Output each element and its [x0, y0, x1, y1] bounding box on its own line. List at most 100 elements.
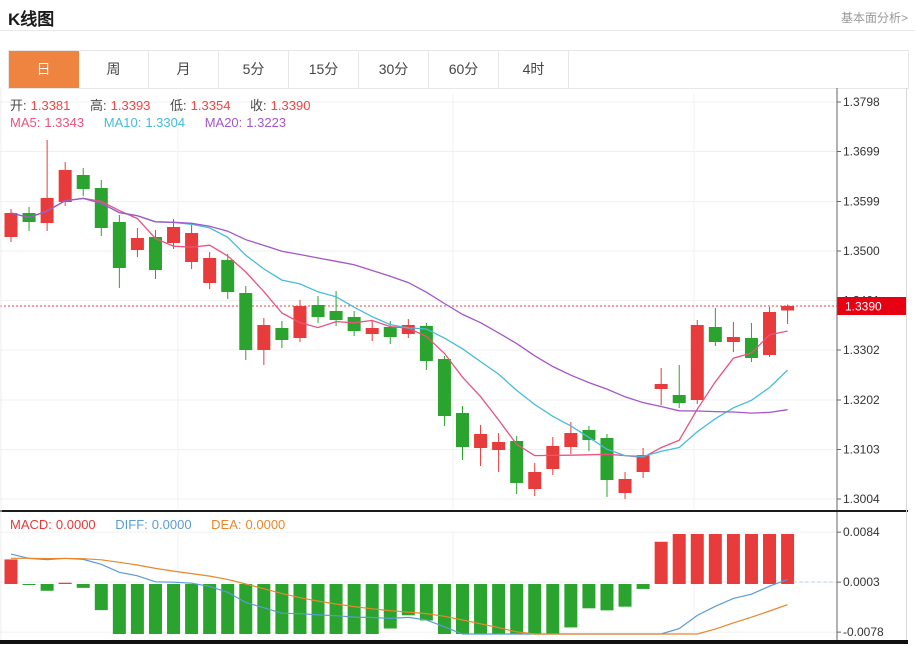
candle-body [257, 325, 270, 350]
macd-bar [474, 584, 487, 634]
ma5-label: MA5: [10, 115, 40, 130]
candle-body [221, 260, 234, 292]
tab-week[interactable]: 周 [79, 51, 149, 88]
ma10-label: MA10: [104, 115, 142, 130]
axis-label: 1.3103 [843, 443, 880, 457]
macd-bar [221, 584, 234, 634]
axis-label: 1.3798 [843, 95, 880, 109]
candle-body [781, 306, 794, 311]
candle-body [474, 434, 487, 448]
tab-5min[interactable]: 5分 [219, 51, 289, 88]
diff-label: DIFF: [115, 517, 148, 532]
last-price-badge-value: 1.3390 [845, 300, 882, 314]
fundamental-analysis-link[interactable]: 基本面分析> [841, 9, 908, 26]
macd-bar [275, 584, 288, 634]
macd-bar [546, 584, 559, 634]
macd-bar [113, 584, 126, 634]
open-value: 1.3381 [31, 98, 71, 113]
tab-4hour[interactable]: 4时 [499, 51, 569, 88]
candle-body [492, 442, 505, 450]
macd-bar [167, 584, 180, 634]
widget-bottom-border [0, 640, 908, 644]
ma20-value: 1.3223 [246, 115, 286, 130]
macd-bar [185, 584, 198, 634]
macd-bar [528, 584, 541, 634]
macd-bar [691, 534, 704, 584]
macd-legend: MACD:0.0000 DIFF:0.0000 DEA:0.0000 [10, 517, 289, 532]
axis-label: 1.3699 [843, 145, 880, 159]
macd-bar [582, 584, 595, 608]
page-title: K线图 [8, 5, 54, 30]
macd-bar [655, 542, 668, 584]
open-label: 开: [10, 98, 27, 113]
tab-15min[interactable]: 15分 [289, 51, 359, 88]
tab-day[interactable]: 日 [9, 51, 79, 88]
candle-body [600, 438, 613, 480]
macd-bar [348, 584, 361, 634]
ma20-line [11, 198, 788, 413]
ma5-line [11, 198, 788, 457]
macd-bar [673, 534, 686, 584]
macd-bar [420, 584, 433, 620]
macd-bar [709, 534, 722, 584]
macd-bar [510, 584, 523, 634]
macd-bar [5, 559, 18, 584]
period-tab-bar: 日周月5分15分30分60分4时 [8, 50, 909, 89]
dea-label: DEA: [211, 517, 241, 532]
macd-bar [745, 534, 758, 584]
candle-body [619, 479, 632, 493]
candle-body [312, 305, 325, 317]
candle-body [149, 237, 162, 270]
axis-label: 0.0003 [843, 575, 880, 589]
macd-bar [564, 584, 577, 627]
candle-body [330, 311, 343, 320]
macd-bar [95, 584, 108, 610]
macd-bar [384, 584, 397, 629]
macd-bar [312, 584, 325, 634]
macd-label: MACD: [10, 517, 52, 532]
tab-30min[interactable]: 30分 [359, 51, 429, 88]
macd-bar [59, 583, 72, 584]
axis-label: 1.3599 [843, 195, 880, 209]
macd-bar [619, 584, 632, 607]
macd-bar [23, 584, 36, 585]
ma-legend: MA5:1.3343 MA10:1.3304 MA20:1.3223 [10, 115, 290, 130]
candle-body [528, 472, 541, 489]
low-label: 低: [170, 98, 187, 113]
macd-value: 0.0000 [56, 517, 96, 532]
macd-bar [727, 534, 740, 584]
ma10-value: 1.3304 [145, 115, 185, 130]
candle-body [709, 327, 722, 342]
candle-body [456, 413, 469, 447]
candle-body [348, 317, 361, 331]
candle-body [655, 384, 668, 389]
axis-label: -0.0078 [843, 625, 884, 639]
axis-label: 1.3004 [843, 492, 880, 506]
chart-widget: 1.37981.36991.35991.35001.34011.33021.32… [0, 88, 908, 644]
macd-bar [41, 584, 54, 591]
tab-60min[interactable]: 60分 [429, 51, 499, 88]
macd-bar [763, 534, 776, 584]
ma5-value: 1.3343 [44, 115, 84, 130]
high-label: 高: [90, 98, 107, 113]
macd-bar [402, 584, 415, 615]
macd-panel-separator [0, 510, 908, 512]
macd-bar [77, 584, 90, 588]
macd-bar [293, 584, 306, 634]
candle-body [673, 395, 686, 403]
axis-label: 1.3202 [843, 393, 880, 407]
candle-body [95, 188, 108, 228]
tab-month[interactable]: 月 [149, 51, 219, 88]
macd-bar [203, 584, 216, 634]
candle-body [275, 328, 288, 340]
macd-bar [149, 584, 162, 634]
close-label: 收: [250, 98, 267, 113]
axis-label: 1.3302 [843, 343, 880, 357]
candle-body [5, 213, 18, 237]
macd-bar [781, 534, 794, 584]
header: K线图 基本面分析> [0, 0, 915, 31]
macd-bar [600, 584, 613, 610]
kline-chart-svg: 1.37981.36991.35991.35001.34011.33021.32… [0, 88, 908, 644]
dea-value: 0.0000 [246, 517, 286, 532]
candle-body [239, 293, 252, 350]
